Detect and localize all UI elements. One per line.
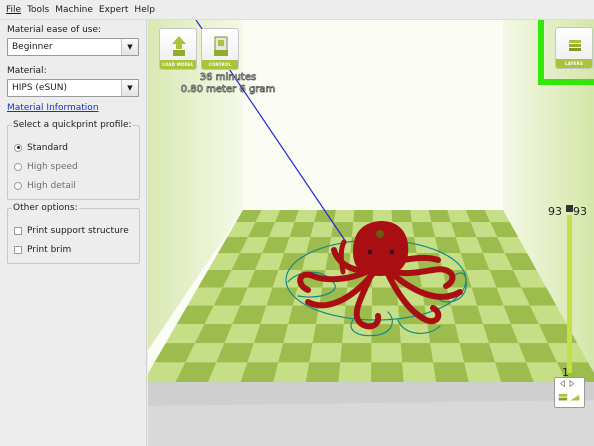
print-brim-label: Print brim (27, 244, 72, 255)
print-support-label: Print support structure (27, 225, 129, 236)
layers-button[interactable]: LAYERS (555, 27, 593, 69)
checkbox-print-support[interactable]: Print support structure (14, 221, 135, 240)
menu-bar: File Tools Machine Expert Help (0, 0, 594, 20)
radio-selected-icon[interactable] (14, 143, 22, 152)
material-information-link[interactable]: Material Information (7, 103, 139, 113)
load-model-button[interactable]: LOAD MODEL (159, 28, 197, 70)
layer-value-left: 93 (548, 205, 562, 218)
print-material-usage: 0.80 meter 6 gram (180, 84, 276, 96)
quickprint-profile-title: Select a quickprint profile: (12, 120, 133, 130)
radio-icon[interactable] (14, 162, 22, 171)
menu-expert[interactable]: Expert (96, 0, 132, 20)
layer-view-toggle-button[interactable] (554, 377, 585, 408)
other-options-group: Other options: Print support structure P… (7, 203, 140, 264)
radio-standard-label: Standard (27, 142, 68, 153)
load-model-caption: LOAD MODEL (160, 60, 196, 69)
control-button[interactable]: CONTROL (201, 28, 239, 70)
layer-slider-handle[interactable] (566, 205, 573, 212)
checkbox-icon[interactable] (14, 245, 22, 254)
menu-tools[interactable]: Tools (24, 0, 52, 20)
radio-standard[interactable]: Standard (14, 138, 135, 157)
layers-caption: LAYERS (556, 59, 592, 68)
layer-view-icon (558, 380, 580, 401)
menu-file[interactable]: File (3, 0, 24, 20)
menu-help[interactable]: Help (131, 0, 158, 20)
layers-icon (569, 40, 581, 51)
radio-icon[interactable] (14, 181, 22, 190)
layer-value-right: 93 (573, 205, 587, 218)
radio-high-speed[interactable]: High speed (14, 157, 135, 176)
settings-panel: Material ease of use: Beginner ▼ Materia… (0, 20, 147, 446)
print-time: 36 minutes (199, 72, 257, 84)
radio-high-detail-label: High detail (27, 180, 76, 191)
chevron-down-icon[interactable]: ▼ (121, 80, 138, 96)
radio-high-speed-label: High speed (27, 161, 78, 172)
ease-value: Beginner (12, 42, 53, 52)
material-value: HIPS (eSUN) (12, 83, 68, 93)
other-options-title: Other options: (12, 203, 79, 213)
control-caption: CONTROL (202, 60, 238, 69)
layer-slider-track[interactable] (567, 215, 572, 373)
material-label: Material: (7, 66, 47, 76)
checkbox-print-brim[interactable]: Print brim (14, 240, 135, 259)
ease-select[interactable]: Beginner ▼ (7, 38, 139, 56)
ease-label: Material ease of use: (7, 25, 102, 35)
printer-control-icon (214, 36, 228, 56)
3d-viewport[interactable]: LOAD MODEL CONTROL 36 minutes 0.80 meter… (148, 20, 594, 446)
load-model-icon (172, 36, 186, 56)
chevron-down-icon[interactable]: ▼ (121, 39, 138, 55)
material-select[interactable]: HIPS (eSUN) ▼ (7, 79, 139, 97)
checkbox-icon[interactable] (14, 226, 22, 235)
radio-high-detail[interactable]: High detail (14, 176, 135, 195)
menu-machine[interactable]: Machine (52, 0, 96, 20)
quickprint-profile-group: Select a quickprint profile: Standard Hi… (7, 120, 140, 200)
